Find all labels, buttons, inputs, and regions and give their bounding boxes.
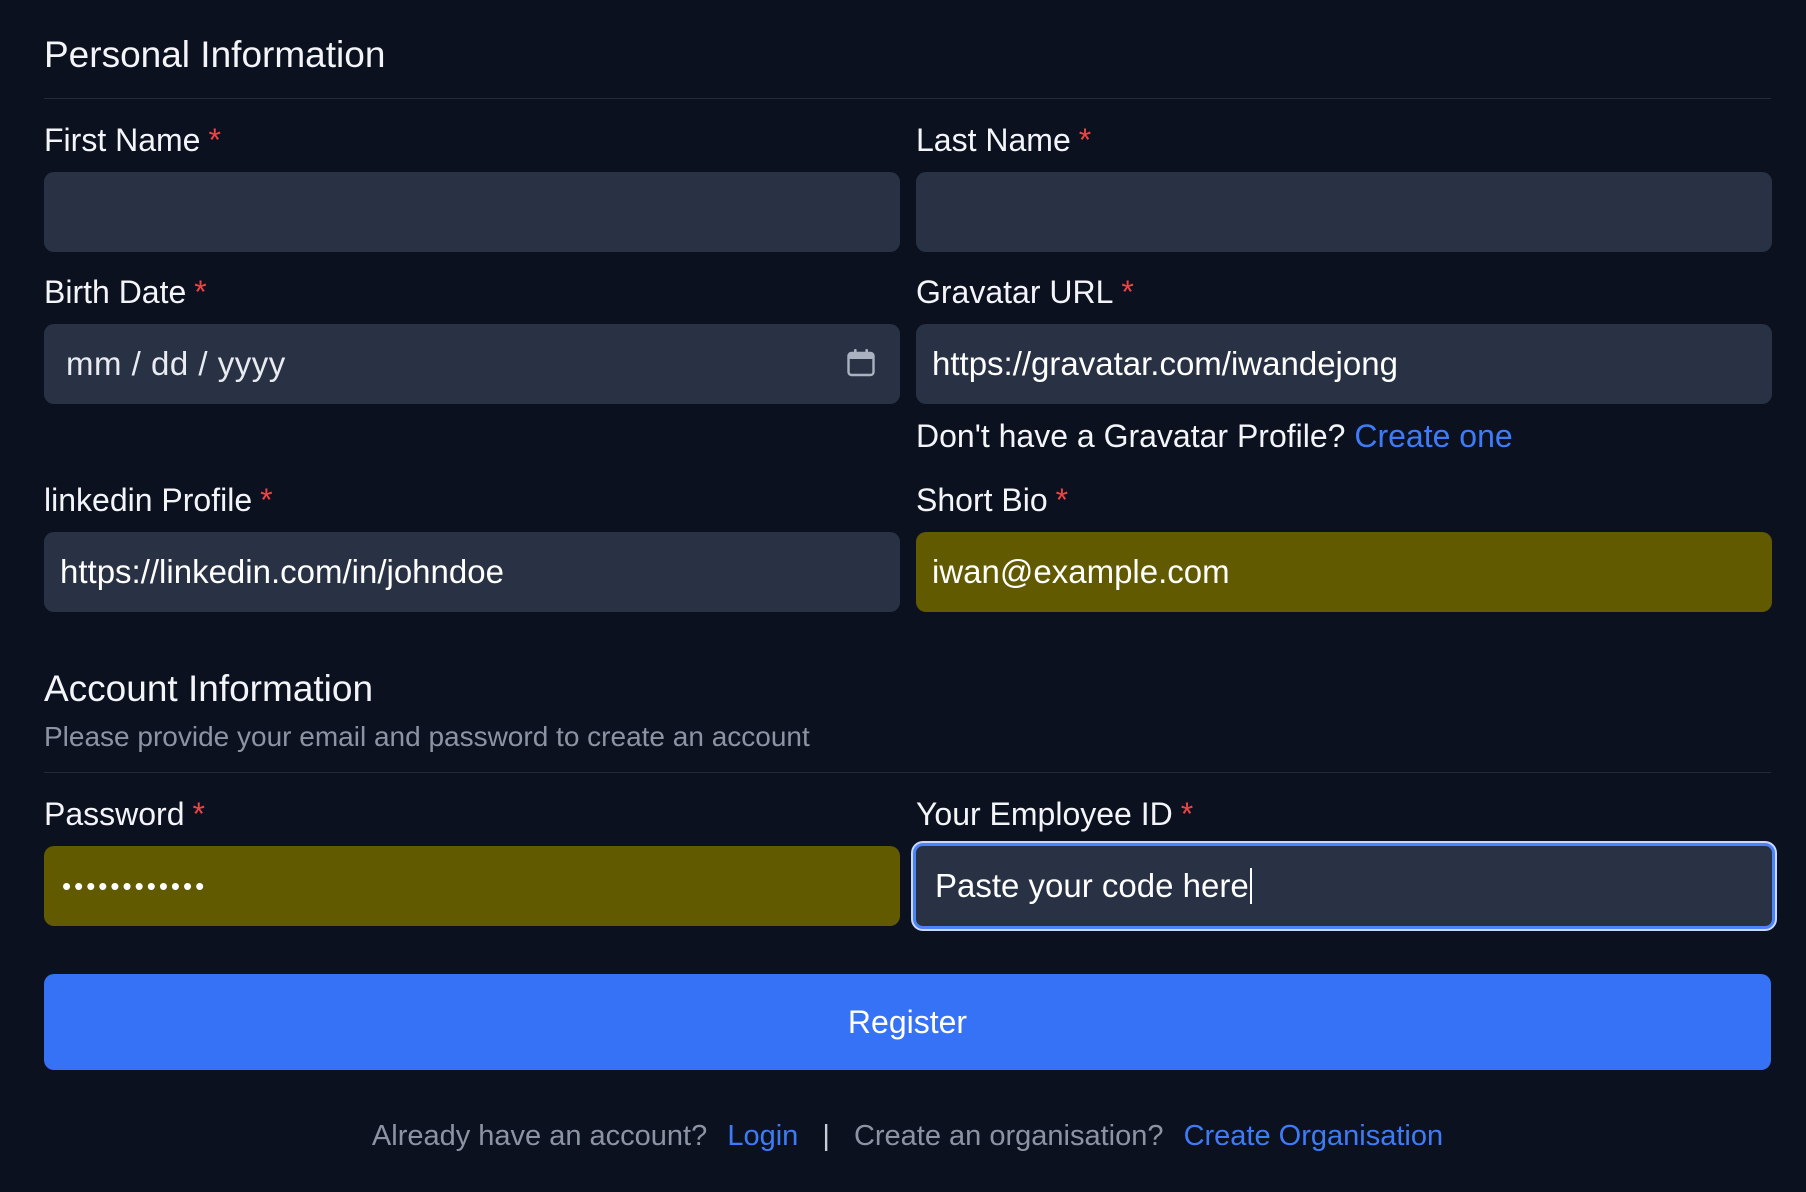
last-name-label-text: Last Name: [916, 122, 1071, 158]
login-link[interactable]: Login: [727, 1120, 798, 1152]
gravatar-url-input[interactable]: https://gravatar.com/iwandejong: [916, 324, 1772, 404]
linkedin-profile-input[interactable]: https://linkedin.com/in/johndoe: [44, 532, 900, 612]
short-bio-label-text: Short Bio: [916, 482, 1048, 518]
create-org-text: Create an organisation?: [853, 1120, 1164, 1152]
footer-links: Already have an account? Login | Create …: [0, 1120, 1806, 1153]
first-name-input[interactable]: [44, 172, 900, 252]
short-bio-label: Short Bio *: [916, 482, 1068, 519]
password-label: Password *: [44, 796, 205, 833]
gravatar-url-value: https://gravatar.com/iwandejong: [932, 345, 1398, 382]
password-value: ••••••••••••: [62, 870, 208, 901]
password-label-text: Password: [44, 796, 185, 832]
last-name-label: Last Name *: [916, 122, 1091, 159]
gravatar-helper-text: Don't have a Gravatar Profile?: [916, 418, 1346, 454]
required-marker: *: [192, 796, 205, 832]
personal-info-heading: Personal Information: [44, 34, 386, 75]
required-marker: *: [208, 122, 221, 158]
linkedin-profile-label: linkedin Profile *: [44, 482, 273, 519]
required-marker: *: [1121, 274, 1134, 310]
account-info-divider: [44, 772, 1771, 773]
footer-separator: |: [822, 1120, 830, 1152]
employee-id-label-text: Your Employee ID: [916, 796, 1173, 832]
text-caret: [1249, 868, 1252, 904]
first-name-label: First Name *: [44, 122, 221, 159]
linkedin-profile-value: https://linkedin.com/in/johndoe: [60, 553, 504, 590]
first-name-label-text: First Name: [44, 122, 201, 158]
gravatar-url-label: Gravatar URL *: [916, 274, 1134, 311]
birth-date-label: Birth Date *: [44, 274, 207, 311]
have-account-text: Already have an account?: [371, 1120, 708, 1152]
account-info-heading: Account Information: [44, 668, 374, 709]
employee-id-label: Your Employee ID *: [916, 796, 1193, 833]
register-button[interactable]: Register: [44, 974, 1771, 1070]
gravatar-url-label-text: Gravatar URL: [916, 274, 1114, 310]
last-name-input[interactable]: [916, 172, 1772, 252]
required-marker: *: [1078, 122, 1092, 158]
required-marker: *: [1055, 482, 1069, 518]
create-organisation-link[interactable]: Create Organisation: [1184, 1120, 1444, 1152]
gravatar-helper: Don't have a Gravatar Profile? Create on…: [916, 418, 1513, 455]
short-bio-input[interactable]: iwan@example.com: [916, 532, 1772, 612]
birth-date-input[interactable]: mm / dd / yyyy: [44, 324, 900, 404]
employee-id-value: Paste your code here: [935, 867, 1249, 904]
account-info-subtitle: Please provide your email and password t…: [44, 721, 810, 752]
required-marker: *: [260, 482, 273, 518]
linkedin-profile-label-text: linkedin Profile: [44, 482, 253, 518]
personal-info-divider: [44, 98, 1771, 99]
birth-date-label-text: Birth Date: [44, 274, 187, 310]
password-input[interactable]: ••••••••••••: [44, 846, 900, 926]
required-marker: *: [1180, 796, 1194, 832]
birth-date-placeholder: mm / dd / yyyy: [66, 345, 286, 382]
required-marker: *: [194, 274, 207, 310]
create-gravatar-link[interactable]: Create one: [1354, 418, 1512, 454]
employee-id-input[interactable]: Paste your code here: [913, 843, 1775, 929]
calendar-icon[interactable]: [846, 348, 876, 378]
short-bio-value: iwan@example.com: [932, 553, 1230, 590]
registration-form: Personal Information First Name * Last Na…: [0, 0, 1806, 1192]
